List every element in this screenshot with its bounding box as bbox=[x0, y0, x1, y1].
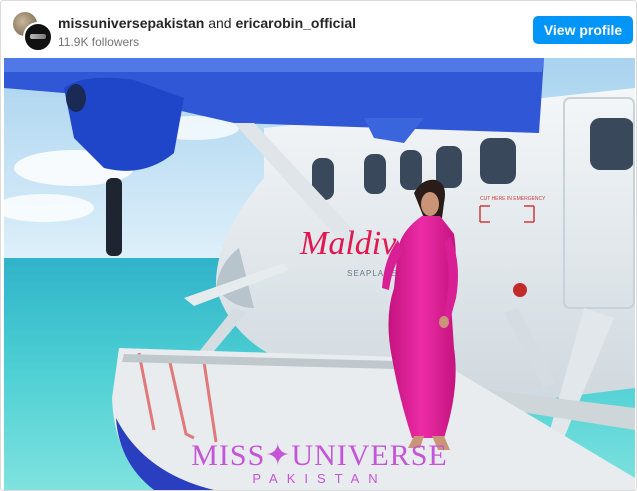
avatar-logo-icon bbox=[30, 34, 46, 39]
model-face bbox=[421, 192, 439, 216]
instagram-embed-card: missuniversepakistan and ericarobin_offi… bbox=[0, 0, 637, 491]
post-header: missuniversepakistan and ericarobin_offi… bbox=[1, 1, 636, 58]
watermark-subtitle: PAKISTAN bbox=[252, 471, 387, 486]
emergency-exit-label: CUT HERE IN EMERGENCY bbox=[480, 196, 546, 202]
miss-universe-watermark: MISS✦UNIVERSE PAKISTAN bbox=[4, 438, 635, 486]
watermark-title: MISS✦UNIVERSE bbox=[191, 439, 448, 472]
livery-text: Maldiv bbox=[299, 225, 397, 262]
avatar-ericarobin[interactable] bbox=[23, 22, 53, 52]
collab-avatars[interactable] bbox=[11, 10, 53, 52]
fuel-cap bbox=[513, 283, 527, 297]
propeller-spinner bbox=[66, 84, 86, 112]
fuselage-window bbox=[436, 146, 462, 188]
propeller-blade bbox=[106, 178, 122, 256]
wing-highlight bbox=[4, 58, 544, 72]
account-connector: and bbox=[208, 15, 232, 31]
view-profile-button[interactable]: View profile bbox=[533, 16, 633, 44]
model-hand bbox=[439, 316, 449, 328]
account-link-secondary[interactable]: ericarobin_official bbox=[235, 15, 356, 31]
account-names: missuniversepakistan and ericarobin_offi… bbox=[58, 15, 356, 49]
account-link-primary[interactable]: missuniversepakistan bbox=[58, 15, 204, 31]
post-image[interactable]: Maldiv SEAPLANE CUT HERE IN EMERGENCY MI… bbox=[4, 58, 635, 490]
seaplane-photo: Maldiv SEAPLANE CUT HERE IN EMERGENCY bbox=[4, 58, 635, 490]
fuselage-window bbox=[590, 118, 634, 170]
fuselage-window bbox=[400, 150, 422, 190]
account-line: missuniversepakistan and ericarobin_offi… bbox=[58, 15, 356, 31]
follower-count: 11.9K followers bbox=[58, 35, 140, 49]
fuselage-window bbox=[364, 154, 386, 194]
fuselage-window bbox=[480, 138, 516, 184]
